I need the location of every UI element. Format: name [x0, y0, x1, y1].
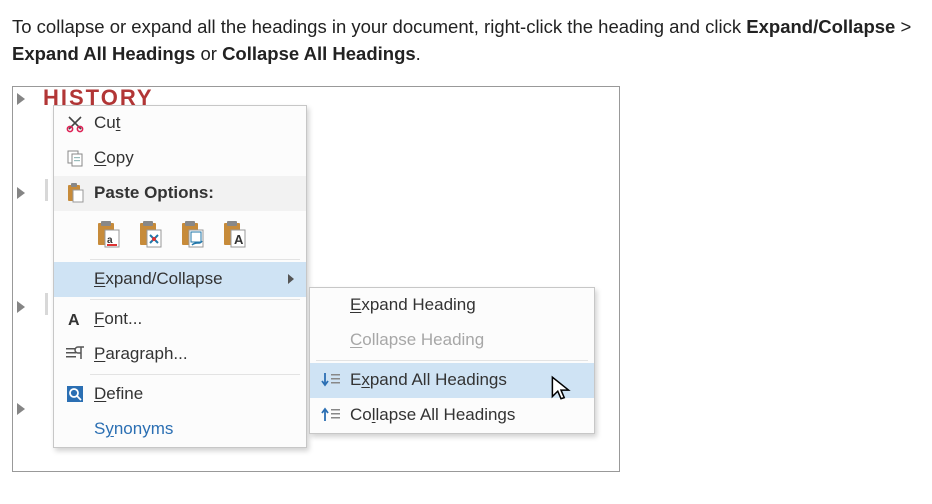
menu-item-define[interactable]: Define	[54, 377, 306, 412]
menu-label: Expand All Headings	[346, 370, 584, 390]
submenu-item-collapse-all[interactable]: Collapse All Headings	[310, 398, 594, 433]
font-icon: A	[60, 309, 90, 329]
collapse-triangle-icon[interactable]	[17, 93, 25, 105]
menu-item-copy[interactable]: Copy	[54, 141, 306, 176]
submenu-arrow-icon	[288, 274, 294, 284]
svg-text:A: A	[234, 232, 244, 247]
context-submenu: Expand Heading Collapse Heading Expand A…	[309, 287, 595, 434]
intro-end: .	[416, 43, 421, 64]
menu-separator	[90, 259, 300, 260]
menu-item-font[interactable]: A Font...	[54, 302, 306, 337]
menu-separator	[316, 360, 588, 361]
gutter-mark	[45, 179, 48, 201]
menu-label: Expand/Collapse	[90, 269, 288, 289]
intro-bold-3: Collapse All Headings	[222, 43, 416, 64]
paste-options-row: a A	[54, 211, 306, 257]
gutter-mark	[45, 293, 48, 315]
submenu-item-expand-heading[interactable]: Expand Heading	[310, 288, 594, 323]
clipboard-icon	[60, 182, 90, 204]
menu-label: Synonyms	[90, 419, 296, 439]
submenu-item-collapse-heading: Collapse Heading	[310, 323, 594, 358]
define-icon	[60, 384, 90, 404]
paste-keep-source-icon[interactable]: a	[94, 217, 124, 251]
paste-text-only-icon[interactable]: A	[220, 217, 250, 251]
collapse-all-icon	[316, 405, 346, 425]
intro-sep-1: >	[895, 16, 911, 37]
menu-label: Define	[90, 384, 296, 404]
collapse-triangle-icon[interactable]	[17, 187, 25, 199]
menu-separator	[90, 374, 300, 375]
menu-separator	[90, 299, 300, 300]
menu-item-expand-collapse[interactable]: Expand/Collapse	[54, 262, 306, 297]
menu-label: Cut	[90, 113, 296, 133]
menu-label: Paragraph...	[90, 344, 296, 364]
menu-label: Collapse All Headings	[346, 405, 584, 425]
intro-sep-2: or	[195, 43, 222, 64]
menu-item-synonyms[interactable]: Synonyms	[54, 412, 306, 447]
menu-label: Expand Heading	[346, 295, 584, 315]
paragraph-icon	[60, 344, 90, 364]
scissors-icon	[60, 113, 90, 133]
menu-label: Paste Options:	[90, 183, 296, 203]
menu-item-paragraph[interactable]: Paragraph...	[54, 337, 306, 372]
menu-label: Copy	[90, 148, 296, 168]
mouse-cursor-icon	[550, 375, 572, 403]
collapse-triangle-icon[interactable]	[17, 301, 25, 313]
menu-label: Font...	[90, 309, 296, 329]
paste-picture-icon[interactable]	[178, 217, 208, 251]
collapse-triangle-icon[interactable]	[17, 403, 25, 415]
menu-item-cut[interactable]: Cut	[54, 106, 306, 141]
instruction-paragraph: To collapse or expand all the headings i…	[12, 14, 920, 68]
paste-merge-icon[interactable]	[136, 217, 166, 251]
copy-icon	[60, 148, 90, 168]
intro-bold-1: Expand/Collapse	[746, 16, 895, 37]
intro-text: To collapse or expand all the headings i…	[12, 16, 746, 37]
screenshot-frame: HISTORY Cut Copy Paste Options: a	[12, 86, 620, 472]
context-menu: Cut Copy Paste Options: a A	[53, 105, 307, 448]
menu-item-paste-options: Paste Options:	[54, 176, 306, 211]
expand-all-icon	[316, 370, 346, 390]
intro-bold-2: Expand All Headings	[12, 43, 195, 64]
svg-text:A: A	[68, 312, 80, 329]
menu-label: Collapse Heading	[346, 330, 584, 350]
